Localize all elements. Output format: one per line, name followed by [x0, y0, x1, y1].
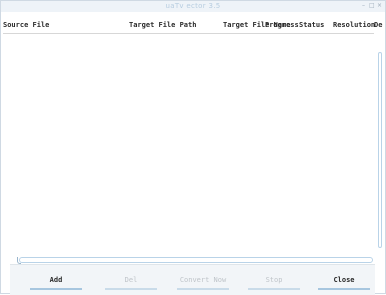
title-bar[interactable]: uaTv ector 3.5 – □ × — [1, 1, 385, 12]
column-header-target-file-path[interactable]: Target File Path — [129, 21, 196, 29]
close-button[interactable]: Close — [318, 272, 370, 290]
convert-now-button[interactable]: Convert Now — [177, 272, 229, 290]
column-header-resolution[interactable]: Resolution — [333, 21, 375, 29]
vertical-scrollbar[interactable] — [375, 34, 384, 256]
window-title: uaTv ector 3.5 — [165, 2, 221, 10]
app-window: uaTv ector 3.5 – □ × Source File Target … — [0, 0, 386, 295]
minimize-icon[interactable]: – — [361, 2, 366, 10]
button-bar: Add Del Convert Now Stop Close — [10, 264, 375, 295]
close-icon[interactable]: × — [377, 2, 382, 10]
column-header-de[interactable]: De — [374, 21, 382, 29]
table-header: Source File Target File Path Target File… — [3, 18, 383, 34]
column-header-status[interactable]: Status — [299, 21, 324, 29]
delete-button[interactable]: Del — [105, 272, 157, 290]
column-header-source-file[interactable]: Source File — [3, 21, 49, 29]
add-button[interactable]: Add — [30, 272, 82, 290]
maximize-icon[interactable]: □ — [369, 2, 375, 10]
stop-button[interactable]: Stop — [248, 272, 300, 290]
horizontal-scrollbar-thumb[interactable] — [19, 257, 373, 263]
column-header-progress[interactable]: Progress — [265, 21, 299, 29]
vertical-scrollbar-thumb[interactable] — [378, 52, 382, 248]
file-list-table[interactable] — [3, 34, 374, 256]
window-controls: – □ × — [361, 2, 382, 11]
